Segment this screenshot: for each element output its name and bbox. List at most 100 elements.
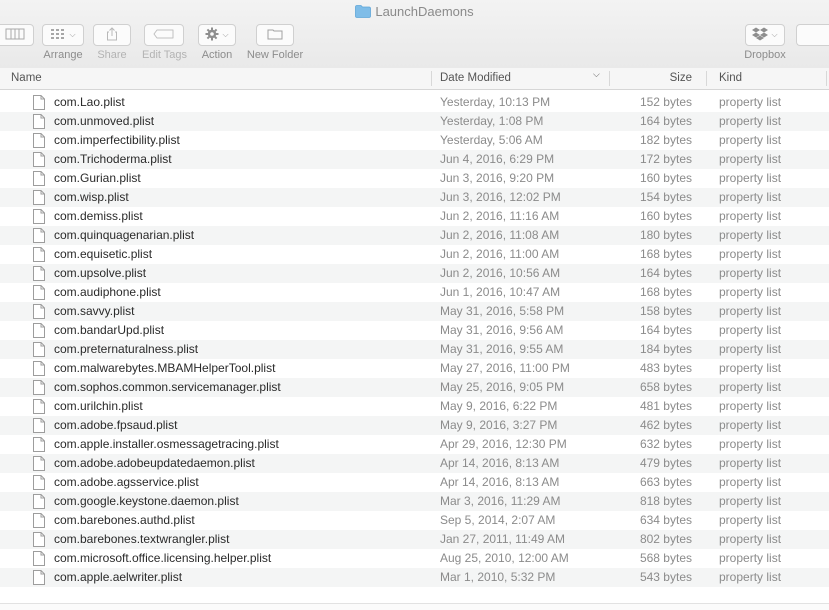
table-row[interactable]: com.upsolve.plist Jun 2, 2016, 10:56 AM 16…: [0, 264, 829, 283]
search-field[interactable]: [796, 24, 829, 46]
table-row[interactable]: com.Gurian.plist Jun 3, 2016, 9:20 PM 160 …: [0, 169, 829, 188]
table-row[interactable]: com.malwarebytes.MBAMHelperTool.plist May…: [0, 359, 829, 378]
file-kind: property list: [719, 133, 782, 147]
gear-icon: [205, 27, 219, 44]
table-row[interactable]: com.equisetic.plist Jun 2, 2016, 11:00 AM…: [0, 245, 829, 264]
file-kind: property list: [719, 475, 782, 489]
action-button[interactable]: ⌵ Action: [198, 24, 236, 61]
column-divider[interactable]: [609, 71, 610, 86]
file-name: com.adobe.adobeupdatedaemon.plist: [54, 456, 255, 470]
table-row[interactable]: com.microsoft.office.licensing.helper.pl…: [0, 549, 829, 568]
view-column-button[interactable]: [0, 24, 34, 46]
file-size: 172 bytes: [639, 152, 692, 166]
table-row[interactable]: com.adobe.fpsaud.plist May 9, 2016, 3:27 …: [0, 416, 829, 435]
file-size: 154 bytes: [639, 190, 692, 204]
file-size: 483 bytes: [639, 361, 692, 375]
table-row[interactable]: com.adobe.agsservice.plist Apr 14, 2016, …: [0, 473, 829, 492]
file-kind: property list: [719, 95, 782, 109]
arrange-button[interactable]: ⌵ Arrange: [42, 24, 84, 61]
file-date-modified: Jun 2, 2016, 11:00 AM: [440, 247, 560, 261]
file-size: 180 bytes: [639, 228, 692, 242]
file-kind: property list: [719, 247, 782, 261]
file-kind: property list: [719, 266, 782, 280]
file-kind: property list: [719, 228, 782, 242]
table-row[interactable]: com.apple.installer.osmessagetracing.pli…: [0, 435, 829, 454]
file-kind: property list: [719, 114, 782, 128]
file-date-modified: Sep 5, 2014, 2:07 AM: [440, 513, 556, 527]
dropbox-label: Dropbox: [744, 49, 786, 61]
chevron-down-icon: ⌵: [771, 30, 778, 39]
column-date-header[interactable]: Date Modified: [440, 68, 511, 89]
table-row[interactable]: com.preternaturalness.plist May 31, 2016,…: [0, 340, 829, 359]
column-name-header[interactable]: Name: [11, 68, 42, 89]
file-date-modified: Apr 14, 2016, 8:13 AM: [440, 456, 560, 470]
file-name: com.urilchin.plist: [54, 399, 143, 413]
table-row[interactable]: com.quinquagenarian.plist Jun 2, 2016, 11…: [0, 226, 829, 245]
column-divider[interactable]: [706, 71, 707, 86]
file-kind: property list: [719, 342, 782, 356]
column-kind-header[interactable]: Kind: [719, 68, 742, 89]
file-size: 168 bytes: [639, 247, 692, 261]
file-size: 634 bytes: [639, 513, 692, 527]
file-date-modified: Apr 29, 2016, 12:30 PM: [440, 437, 567, 451]
table-row[interactable]: com.wisp.plist Jun 3, 2016, 12:02 PM 154 b…: [0, 188, 829, 207]
share-label: Share: [97, 49, 127, 61]
file-date-modified: Aug 25, 2010, 12:00 AM: [440, 551, 569, 565]
file-date-modified: Mar 3, 2016, 11:29 AM: [440, 494, 561, 508]
table-row[interactable]: com.google.keystone.daemon.plist Mar 3, 2…: [0, 492, 829, 511]
file-kind: property list: [719, 361, 782, 375]
table-row[interactable]: com.imperfectibility.plist Yesterday, 5:0…: [0, 131, 829, 150]
table-row[interactable]: com.Lao.plist Yesterday, 10:13 PM 152 byte…: [0, 93, 829, 112]
new-folder-icon: [267, 28, 283, 43]
columns-view-icon: [4, 28, 26, 43]
file-name: com.barebones.textwrangler.plist: [54, 532, 230, 546]
column-divider[interactable]: [431, 71, 432, 86]
table-row[interactable]: com.apple.aelwriter.plist Mar 1, 2010, 5:…: [0, 568, 829, 587]
share-button[interactable]: Share: [93, 24, 131, 61]
file-name: com.Gurian.plist: [54, 171, 141, 185]
file-date-modified: Jun 2, 2016, 11:08 AM: [440, 228, 560, 242]
arrange-label: Arrange: [43, 49, 83, 61]
file-date-modified: Apr 14, 2016, 8:13 AM: [440, 475, 560, 489]
edit-tags-button[interactable]: Edit Tags: [142, 24, 187, 61]
table-row[interactable]: com.urilchin.plist May 9, 2016, 6:22 PM 48…: [0, 397, 829, 416]
file-size: 658 bytes: [639, 380, 692, 394]
file-date-modified: Jun 3, 2016, 12:02 PM: [440, 190, 561, 204]
dropbox-icon: [752, 27, 769, 44]
table-row[interactable]: com.unmoved.plist Yesterday, 1:08 PM 164 b…: [0, 112, 829, 131]
file-kind: property list: [719, 190, 782, 204]
table-row[interactable]: com.barebones.authd.plist Sep 5, 2014, 2:…: [0, 511, 829, 530]
column-divider[interactable]: [826, 71, 827, 86]
file-name: com.preternaturalness.plist: [54, 342, 199, 356]
new-folder-button[interactable]: New Folder: [246, 24, 304, 61]
file-kind: property list: [719, 570, 782, 584]
table-row[interactable]: com.demiss.plist Jun 2, 2016, 11:16 AM 160…: [0, 207, 829, 226]
folder-icon: [355, 5, 372, 21]
share-icon: [106, 26, 118, 44]
file-kind: property list: [719, 304, 782, 318]
table-row[interactable]: com.bandarUpd.plist May 31, 2016, 9:56 AM…: [0, 321, 829, 340]
file-list: com.Lao.plist Yesterday, 10:13 PM 152 byte…: [0, 93, 829, 587]
dropbox-button[interactable]: ⌵ Dropbox: [742, 24, 788, 61]
table-row[interactable]: com.barebones.textwrangler.plist Jan 27, …: [0, 530, 829, 549]
file-size: 158 bytes: [639, 304, 692, 318]
table-row[interactable]: com.savvy.plist May 31, 2016, 5:58 PM 158 …: [0, 302, 829, 321]
table-row[interactable]: com.Trichoderma.plist Jun 4, 2016, 6:29 P…: [0, 150, 829, 169]
table-row[interactable]: com.audiphone.plist Jun 1, 2016, 10:47 AM…: [0, 283, 829, 302]
table-row[interactable]: com.adobe.adobeupdatedaemon.plist Apr 14,…: [0, 454, 829, 473]
column-size-header[interactable]: Size: [670, 68, 692, 89]
file-size: 663 bytes: [639, 475, 692, 489]
file-kind: property list: [719, 152, 782, 166]
file-name: com.audiphone.plist: [54, 285, 161, 299]
file-kind: property list: [719, 380, 782, 394]
file-kind: property list: [719, 551, 782, 565]
file-kind: property list: [719, 418, 782, 432]
arrange-grid-icon: [50, 28, 66, 43]
file-name: com.adobe.fpsaud.plist: [54, 418, 178, 432]
file-kind: property list: [719, 171, 782, 185]
file-size: 160 bytes: [639, 209, 692, 223]
file-date-modified: Mar 1, 2010, 5:32 PM: [440, 570, 556, 584]
table-row[interactable]: com.sophos.common.servicemanager.plist Ma…: [0, 378, 829, 397]
file-size: 632 bytes: [639, 437, 692, 451]
file-size: 481 bytes: [639, 399, 692, 413]
